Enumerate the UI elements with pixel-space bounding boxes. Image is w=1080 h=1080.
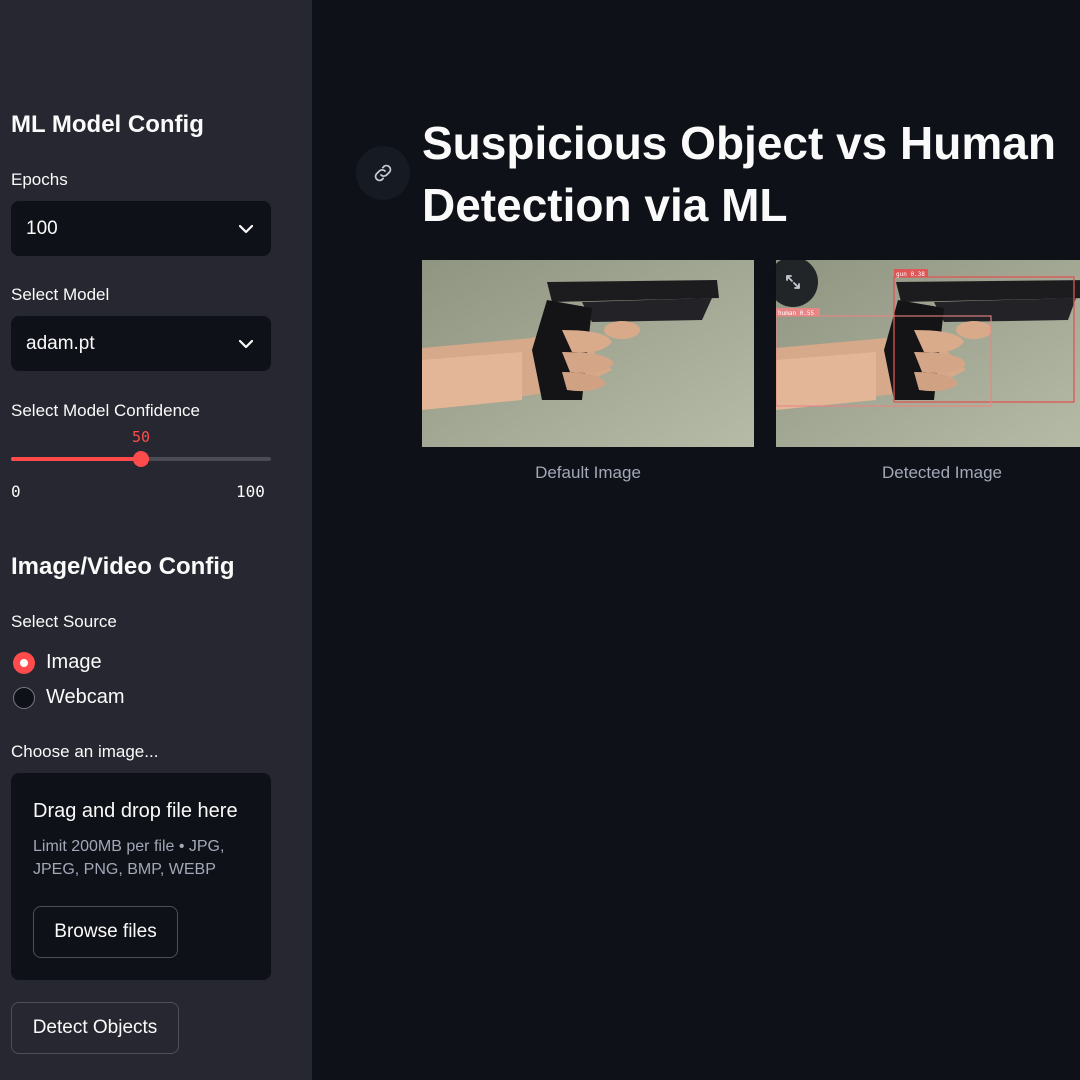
file-uploader[interactable]: Drag and drop file here Limit 200MB per … [11,773,271,980]
choose-image-label: Choose an image... [11,742,159,761]
human-detection-label: human 0.55 [778,310,815,317]
main-content: Suspicious Object vs Human Detection via… [312,0,1080,1080]
gun-detection-label: gun 0.38 [896,271,925,278]
detect-objects-button[interactable]: Detect Objects [11,1002,179,1054]
browse-files-button[interactable]: Browse files [33,906,178,958]
model-label: Select Model [11,285,110,304]
detected-image-caption: Detected Image [881,463,1002,482]
source-label: Select Source [11,612,117,631]
epochs-select[interactable]: 100 [11,201,271,256]
sidebar: ML Model Config Epochs 100 Select Model … [0,0,312,1080]
model-value: adam.pt [26,332,95,354]
slider-thumb[interactable] [133,451,149,467]
model-config-heading: ML Model Config [11,111,204,138]
slider-value: 50 [131,428,151,446]
slider-min: 0 [11,482,21,501]
chevron-down-icon [239,337,253,351]
epochs-label: Epochs [11,170,68,189]
uploader-title: Drag and drop file here [33,800,238,822]
epochs-value: 100 [26,217,58,239]
radio-off-icon [13,686,35,709]
default-image [422,260,754,447]
detected-image: gun 0.38 human 0.55 [776,260,1080,447]
link-icon [374,164,392,182]
slider-fill [11,457,141,461]
source-config-heading: Image/Video Config [11,553,235,580]
expand-button[interactable] [768,257,818,307]
radio-on-icon [13,651,35,674]
radio-webcam-label: Webcam [46,686,125,708]
title-line-2: Detection via ML [422,179,788,231]
link-anchor[interactable] [356,146,410,200]
default-image-caption: Default Image [535,463,641,482]
radio-webcam[interactable]: Webcam [13,686,125,709]
slider-max: 100 [236,482,265,501]
confidence-label: Select Model Confidence [11,401,201,420]
page-title: Suspicious Object vs Human Detection via… [422,112,1080,236]
model-select[interactable]: adam.pt [11,316,271,371]
radio-image[interactable]: Image [13,651,102,674]
chevron-down-icon [239,222,253,236]
uploader-limit: Limit 200MB per file • JPG, JPEG, PNG, B… [33,838,225,878]
radio-image-label: Image [46,651,102,673]
expand-icon [786,275,800,289]
title-line-1: Suspicious Object vs Human [422,117,1056,169]
